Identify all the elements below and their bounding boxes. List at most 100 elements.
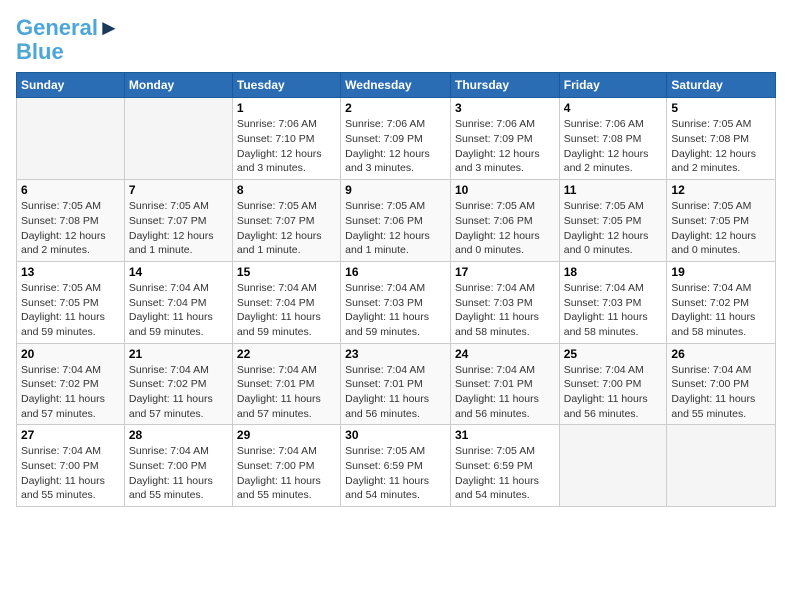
calendar-header-friday: Friday — [559, 73, 667, 98]
calendar-cell: 26 Sunrise: 7:04 AM Sunset: 7:00 PM Dayli… — [667, 343, 776, 425]
calendar-cell: 6 Sunrise: 7:05 AM Sunset: 7:08 PM Daylig… — [17, 180, 125, 262]
day-number: 13 — [21, 265, 120, 279]
day-number: 27 — [21, 428, 120, 442]
day-number: 6 — [21, 183, 120, 197]
calendar-cell: 18 Sunrise: 7:04 AM Sunset: 7:03 PM Dayli… — [559, 261, 667, 343]
calendar-header-saturday: Saturday — [667, 73, 776, 98]
day-number: 14 — [129, 265, 228, 279]
calendar-cell: 28 Sunrise: 7:04 AM Sunset: 7:00 PM Dayli… — [124, 425, 232, 507]
calendar-header-monday: Monday — [124, 73, 232, 98]
day-info: Sunrise: 7:04 AM Sunset: 7:00 PM Dayligh… — [129, 444, 228, 503]
day-info: Sunrise: 7:04 AM Sunset: 7:03 PM Dayligh… — [564, 281, 663, 340]
calendar-cell: 9 Sunrise: 7:05 AM Sunset: 7:06 PM Daylig… — [341, 180, 451, 262]
calendar-cell: 15Sunrise: 7:04 AM Sunset: 7:04 PM Dayli… — [232, 261, 340, 343]
day-info: Sunrise: 7:05 AM Sunset: 7:07 PM Dayligh… — [237, 199, 336, 258]
calendar-header-sunday: Sunday — [17, 73, 125, 98]
calendar-header-row: SundayMondayTuesdayWednesdayThursdayFrid… — [17, 73, 776, 98]
calendar-week-row: 13 Sunrise: 7:05 AM Sunset: 7:05 PM Dayli… — [17, 261, 776, 343]
day-info: Sunrise: 7:05 AM Sunset: 7:06 PM Dayligh… — [455, 199, 555, 258]
day-info: Sunrise: 7:04 AM Sunset: 7:04 PM Dayligh… — [129, 281, 228, 340]
calendar-table: SundayMondayTuesdayWednesdayThursdayFrid… — [16, 72, 776, 507]
calendar-cell: 13 Sunrise: 7:05 AM Sunset: 7:05 PM Dayli… — [17, 261, 125, 343]
day-info: Sunrise: 7:04 AM Sunset: 7:04 PM Dayligh… — [237, 281, 336, 340]
calendar-week-row: 6 Sunrise: 7:05 AM Sunset: 7:08 PM Daylig… — [17, 180, 776, 262]
day-info: Sunrise: 7:05 AM Sunset: 7:05 PM Dayligh… — [671, 199, 771, 258]
day-info: Sunrise: 7:05 AM Sunset: 7:08 PM Dayligh… — [21, 199, 120, 258]
day-info: Sunrise: 7:06 AM Sunset: 7:09 PM Dayligh… — [455, 117, 555, 176]
day-number: 22 — [237, 347, 336, 361]
day-number: 19 — [671, 265, 771, 279]
day-number: 28 — [129, 428, 228, 442]
calendar-cell: 3 Sunrise: 7:06 AM Sunset: 7:09 PM Daylig… — [450, 98, 559, 180]
day-info: Sunrise: 7:05 AM Sunset: 7:05 PM Dayligh… — [564, 199, 663, 258]
day-info: Sunrise: 7:04 AM Sunset: 7:00 PM Dayligh… — [21, 444, 120, 503]
calendar-cell: 29 Sunrise: 7:04 AM Sunset: 7:00 PM Dayli… — [232, 425, 340, 507]
calendar-cell — [667, 425, 776, 507]
day-number: 25 — [564, 347, 663, 361]
calendar-cell: 1 Sunrise: 7:06 AM Sunset: 7:10 PM Daylig… — [232, 98, 340, 180]
calendar-cell — [17, 98, 125, 180]
calendar-cell: 20 Sunrise: 7:04 AM Sunset: 7:02 PM Dayli… — [17, 343, 125, 425]
day-number: 8 — [237, 183, 336, 197]
calendar-header-wednesday: Wednesday — [341, 73, 451, 98]
day-number: 21 — [129, 347, 228, 361]
calendar-cell: 17 Sunrise: 7:04 AM Sunset: 7:03 PM Dayli… — [450, 261, 559, 343]
day-number: 10 — [455, 183, 555, 197]
calendar-cell: 27 Sunrise: 7:04 AM Sunset: 7:00 PM Dayli… — [17, 425, 125, 507]
logo: General► Blue — [16, 16, 120, 64]
calendar-week-row: 20 Sunrise: 7:04 AM Sunset: 7:02 PM Dayli… — [17, 343, 776, 425]
calendar-week-row: 27 Sunrise: 7:04 AM Sunset: 7:00 PM Dayli… — [17, 425, 776, 507]
calendar-cell: 30Sunrise: 7:05 AM Sunset: 6:59 PM Dayli… — [341, 425, 451, 507]
calendar-header-tuesday: Tuesday — [232, 73, 340, 98]
day-number: 2 — [345, 101, 446, 115]
calendar-cell: 14 Sunrise: 7:04 AM Sunset: 7:04 PM Dayli… — [124, 261, 232, 343]
day-info: Sunrise: 7:04 AM Sunset: 7:00 PM Dayligh… — [564, 363, 663, 422]
day-info: Sunrise: 7:04 AM Sunset: 7:02 PM Dayligh… — [671, 281, 771, 340]
day-number: 24 — [455, 347, 555, 361]
logo-text: General► Blue — [16, 16, 120, 64]
calendar-cell: 23Sunrise: 7:04 AM Sunset: 7:01 PM Dayli… — [341, 343, 451, 425]
logo-general: General — [16, 15, 98, 40]
day-info: Sunrise: 7:05 AM Sunset: 7:07 PM Dayligh… — [129, 199, 228, 258]
day-info: Sunrise: 7:05 AM Sunset: 7:06 PM Dayligh… — [345, 199, 446, 258]
day-info: Sunrise: 7:06 AM Sunset: 7:09 PM Dayligh… — [345, 117, 446, 176]
calendar-week-row: 1 Sunrise: 7:06 AM Sunset: 7:10 PM Daylig… — [17, 98, 776, 180]
calendar-header-thursday: Thursday — [450, 73, 559, 98]
day-number: 4 — [564, 101, 663, 115]
day-info: Sunrise: 7:04 AM Sunset: 7:00 PM Dayligh… — [671, 363, 771, 422]
day-number: 29 — [237, 428, 336, 442]
day-number: 26 — [671, 347, 771, 361]
day-info: Sunrise: 7:04 AM Sunset: 7:02 PM Dayligh… — [129, 363, 228, 422]
calendar-cell: 10 Sunrise: 7:05 AM Sunset: 7:06 PM Dayli… — [450, 180, 559, 262]
day-number: 9 — [345, 183, 446, 197]
day-number: 17 — [455, 265, 555, 279]
day-number: 16 — [345, 265, 446, 279]
calendar-cell: 8 Sunrise: 7:05 AM Sunset: 7:07 PM Daylig… — [232, 180, 340, 262]
day-number: 1 — [237, 101, 336, 115]
day-number: 3 — [455, 101, 555, 115]
calendar-cell: 24Sunrise: 7:04 AM Sunset: 7:01 PM Dayli… — [450, 343, 559, 425]
day-number: 11 — [564, 183, 663, 197]
day-info: Sunrise: 7:04 AM Sunset: 7:02 PM Dayligh… — [21, 363, 120, 422]
day-number: 20 — [21, 347, 120, 361]
day-number: 5 — [671, 101, 771, 115]
calendar-cell: 12Sunrise: 7:05 AM Sunset: 7:05 PM Dayli… — [667, 180, 776, 262]
day-info: Sunrise: 7:04 AM Sunset: 7:00 PM Dayligh… — [237, 444, 336, 503]
day-info: Sunrise: 7:05 AM Sunset: 6:59 PM Dayligh… — [455, 444, 555, 503]
day-info: Sunrise: 7:05 AM Sunset: 7:05 PM Dayligh… — [21, 281, 120, 340]
day-number: 7 — [129, 183, 228, 197]
day-number: 18 — [564, 265, 663, 279]
calendar-cell: 7 Sunrise: 7:05 AM Sunset: 7:07 PM Daylig… — [124, 180, 232, 262]
calendar-cell: 21 Sunrise: 7:04 AM Sunset: 7:02 PM Dayli… — [124, 343, 232, 425]
day-number: 31 — [455, 428, 555, 442]
day-info: Sunrise: 7:06 AM Sunset: 7:10 PM Dayligh… — [237, 117, 336, 176]
calendar-cell: 31 Sunrise: 7:05 AM Sunset: 6:59 PM Dayli… — [450, 425, 559, 507]
calendar-cell: 11 Sunrise: 7:05 AM Sunset: 7:05 PM Dayli… — [559, 180, 667, 262]
day-info: Sunrise: 7:04 AM Sunset: 7:03 PM Dayligh… — [345, 281, 446, 340]
day-info: Sunrise: 7:06 AM Sunset: 7:08 PM Dayligh… — [564, 117, 663, 176]
calendar-cell: 4 Sunrise: 7:06 AM Sunset: 7:08 PM Daylig… — [559, 98, 667, 180]
day-info: Sunrise: 7:04 AM Sunset: 7:03 PM Dayligh… — [455, 281, 555, 340]
day-info: Sunrise: 7:05 AM Sunset: 7:08 PM Dayligh… — [671, 117, 771, 176]
calendar-cell: 25 Sunrise: 7:04 AM Sunset: 7:00 PM Dayli… — [559, 343, 667, 425]
calendar-cell — [559, 425, 667, 507]
